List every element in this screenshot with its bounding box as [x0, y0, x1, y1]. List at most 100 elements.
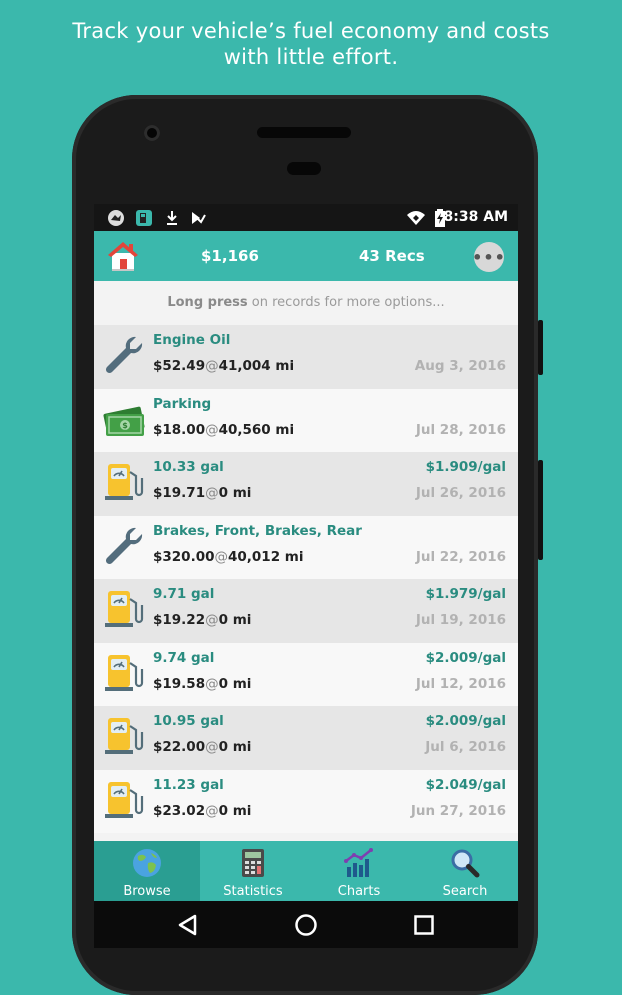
system-nav-bar — [94, 901, 518, 948]
record-cost-line: $320.00@40,012 mi — [153, 549, 304, 565]
record-at: @ — [205, 802, 219, 819]
status-time: 8:38 AM — [443, 209, 508, 225]
calculator-icon — [237, 847, 269, 879]
front-camera — [144, 125, 160, 141]
nav-label: Browse — [123, 884, 171, 899]
magnifier-icon — [449, 847, 481, 879]
hint-text: on records for more options... — [251, 295, 445, 310]
record-row[interactable]: 9.71 gal $1.979/gal $19.22@0 mi Jul 19, 201… — [94, 579, 518, 643]
record-cost: $19.22 — [153, 612, 206, 628]
record-date: Jul 19, 2016 — [415, 612, 506, 628]
fuel-app-icon — [134, 208, 154, 228]
home-icon[interactable] — [106, 239, 140, 273]
back-icon[interactable] — [176, 913, 200, 937]
record-price: $2.049/gal — [425, 776, 506, 793]
fuel-pump-icon — [102, 651, 146, 695]
record-at: @ — [214, 548, 229, 565]
record-title: 10.95 gal — [153, 713, 224, 729]
nav-item-browse[interactable]: Browse — [94, 841, 200, 901]
record-cost: $19.71 — [153, 485, 206, 501]
record-row[interactable]: Brakes, Front, Brakes, Rear $320.00@40,01… — [94, 515, 518, 579]
fuel-pump-icon — [102, 778, 146, 822]
chart-icon — [343, 847, 375, 879]
record-title: Engine Oil — [153, 332, 231, 348]
record-row[interactable]: 9.74 gal $2.009/gal $19.58@0 mi Jul 12, 201… — [94, 642, 518, 706]
record-cost-line: $19.71@0 mi — [153, 485, 251, 501]
record-title: 11.23 gal — [153, 776, 224, 793]
bird-app-icon — [106, 208, 126, 228]
status-bar: 8:38 AM — [94, 204, 518, 231]
app-bar: $1,166 43 Recs ••• — [94, 231, 518, 281]
record-title: 9.71 gal — [153, 586, 215, 602]
nav-label: Search — [442, 884, 488, 899]
record-cost-line: $19.58@0 mi — [153, 676, 251, 692]
record-price: $2.009/gal — [425, 649, 506, 666]
record-odometer: 40,560 mi — [218, 421, 295, 438]
record-row[interactable]: 11.23 gal $2.049/gal $23.02@0 mi Jun 27, 20… — [94, 769, 518, 833]
record-cost-line: $52.49@41,004 mi — [153, 358, 294, 374]
record-odometer: 0 mi — [218, 485, 252, 501]
total-cost: $1,166 — [201, 247, 259, 265]
record-at: @ — [205, 485, 219, 501]
record-at: @ — [205, 612, 219, 628]
record-count: 43 Recs — [359, 247, 425, 265]
home-circle-icon[interactable] — [294, 913, 318, 937]
nav-item-charts[interactable]: Charts — [306, 841, 412, 901]
record-at: @ — [205, 421, 219, 438]
record-date: Jun 27, 2016 — [410, 802, 506, 819]
nav-item-search[interactable]: Search — [412, 841, 518, 901]
nav-item-statistics[interactable]: Statistics — [200, 841, 306, 901]
record-odometer: 0 mi — [218, 612, 252, 628]
record-cost: $52.49 — [153, 358, 206, 374]
power-button — [538, 460, 543, 560]
nav-label: Statistics — [223, 884, 283, 899]
record-cost-line: $18.00@40,560 mi — [153, 422, 294, 438]
recents-icon[interactable] — [412, 913, 436, 937]
proximity-sensor — [287, 162, 321, 175]
hint-bold: Long press — [167, 295, 248, 310]
fuel-pump-icon — [102, 587, 146, 631]
record-cost: $23.02 — [153, 802, 206, 819]
record-title: 10.33 gal — [153, 459, 224, 475]
records-list: Engine Oil $52.49@41,004 mi Aug 3, 2016 $ Pa… — [94, 325, 518, 833]
record-title: Parking — [153, 395, 212, 412]
phone-screen: 8:38 AM $1,166 43 Recs ••• Long press on… — [94, 204, 518, 948]
record-odometer: 41,004 mi — [218, 358, 295, 374]
globe-icon — [131, 847, 163, 879]
money-icon: $ — [102, 397, 146, 441]
record-cost: $19.58 — [153, 675, 206, 692]
record-cost-line: $22.00@0 mi — [153, 739, 251, 755]
long-press-hint: Long press on records for more options..… — [94, 281, 518, 325]
record-title: Brakes, Front, Brakes, Rear — [153, 522, 362, 539]
record-row[interactable]: $ Parking $18.00@40,560 mi Jul 28, 2016 — [94, 388, 518, 452]
nav-label: Charts — [337, 884, 381, 899]
record-date: Jul 26, 2016 — [415, 485, 506, 501]
record-date: Jul 12, 2016 — [415, 675, 506, 692]
record-row[interactable]: 10.95 gal $2.009/gal $22.00@0 mi Jul 6, 201… — [94, 706, 518, 770]
headline-line-2: with little effort. — [223, 45, 399, 69]
record-price: $1.979/gal — [425, 586, 506, 602]
wrench-icon — [102, 524, 146, 568]
fuel-pump-icon — [102, 714, 146, 758]
record-date: Aug 3, 2016 — [414, 358, 506, 374]
record-cost: $320.00 — [153, 548, 215, 565]
fuel-pump-icon — [102, 460, 146, 504]
wifi-icon — [406, 208, 426, 228]
record-odometer: 40,012 mi — [228, 548, 304, 565]
record-at: @ — [205, 358, 219, 374]
svg-text:$: $ — [122, 421, 128, 430]
wrench-icon — [102, 333, 146, 377]
record-price: $2.009/gal — [425, 713, 506, 729]
record-date: Jul 28, 2016 — [415, 421, 506, 438]
record-at: @ — [205, 675, 219, 692]
more-icon[interactable]: ••• — [472, 242, 505, 272]
record-row[interactable]: Engine Oil $52.49@41,004 mi Aug 3, 2016 — [94, 325, 518, 389]
record-cost: $18.00 — [153, 421, 206, 438]
headline-line-1: Track your vehicle’s fuel economy and co… — [72, 19, 550, 43]
record-at: @ — [205, 739, 219, 755]
promo-headline: Track your vehicle’s fuel economy and co… — [0, 18, 622, 70]
record-cost-line: $19.22@0 mi — [153, 612, 251, 628]
record-row[interactable]: 10.33 gal $1.909/gal $19.71@0 mi Jul 26, 20… — [94, 452, 518, 516]
record-cost: $22.00 — [153, 739, 206, 755]
record-title: 9.74 gal — [153, 649, 215, 666]
